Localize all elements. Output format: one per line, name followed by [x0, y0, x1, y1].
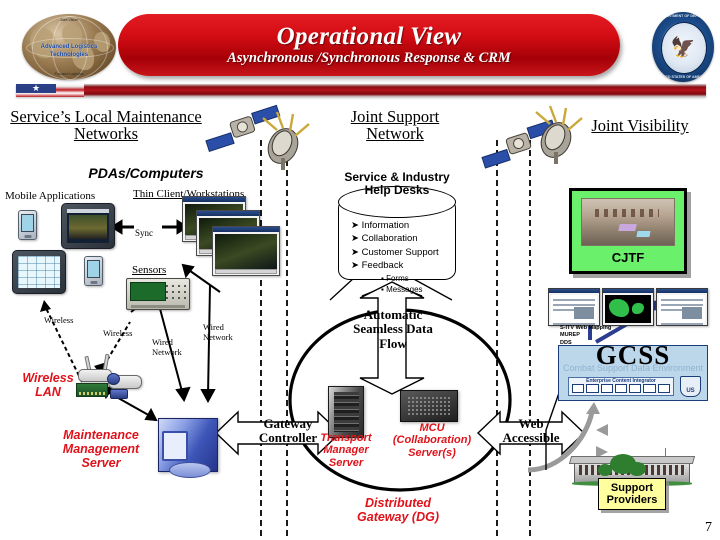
gcss-content-strip: Enterprise Content Integrator: [568, 377, 674, 396]
pda-device-1: [18, 210, 37, 240]
advanced-logistics-globe-logo: Joint Vision Advanced Logistics Technolo…: [22, 14, 116, 80]
satellite-icon-2: [481, 119, 556, 169]
divider-dashed-3: [496, 140, 498, 536]
label-wireless-lan: Wireless LAN: [22, 371, 74, 399]
satellite-icon-1: [205, 104, 281, 152]
title-banner: Operational View Asynchronous /Synchrono…: [118, 14, 620, 76]
label-wired-network-1: Wired Network: [152, 337, 182, 357]
label-web-accessible: Web Accessible: [502, 416, 560, 446]
thumbnail-map: [602, 288, 654, 326]
sensor-device-icon: [126, 278, 190, 310]
label-us-shield: US: [686, 388, 695, 394]
maintenance-management-server-icon: [158, 418, 218, 478]
label-cjtf: CJTF: [611, 250, 645, 265]
slide-canvas: Joint Vision Advanced Logistics Technolo…: [0, 0, 720, 540]
label-wireless-1: Wireless: [44, 315, 74, 325]
label-wired-network-2: Wired Network: [203, 322, 233, 342]
page-title: Operational View: [276, 22, 462, 50]
transport-manager-server-icon: [328, 386, 364, 438]
list-item: ➤ Feedback: [351, 260, 404, 272]
thumbnail-1: [548, 288, 600, 326]
label-mcu-collaboration-servers: MCU (Collaboration) Server(s): [392, 422, 472, 459]
help-desks-cylinder: Service & Industry Help Desks ➤ Informat…: [337, 171, 457, 294]
workstation-window-stack: [182, 196, 280, 280]
mcu-server-icon: [400, 390, 458, 422]
flag-canton: ★: [16, 84, 56, 93]
star-icon: ★: [31, 83, 41, 93]
list-item: ➤ Customer Support: [351, 246, 439, 258]
list-item: ➤ Information: [351, 220, 410, 231]
label-sensors: Sensors: [132, 264, 167, 276]
section-title-joint-support: Joint Support Network: [350, 107, 440, 144]
page-subtitle: Asynchronous /Synchronous Response & CRM: [227, 50, 511, 67]
label-maintenance-management-server: Maintenance Management Server: [62, 428, 140, 470]
eagle-icon: 🦅: [670, 37, 696, 60]
cjtf-panel: CJTF: [569, 188, 687, 274]
list-item: ▪ Messages: [381, 285, 423, 295]
tablet-device-1: [61, 203, 115, 249]
label-wireless-2: Wireless: [103, 328, 133, 338]
pda-device-2: [84, 256, 103, 286]
section-title-joint-visibility: Joint Visibility: [591, 116, 689, 135]
globe-top-label: Joint Vision: [59, 18, 79, 22]
help-desks-list: ➤ Information ➤ Collaboration ➤ Customer…: [351, 219, 439, 296]
section-title-service-local: Service’s Local Maintenance Networks: [10, 107, 202, 144]
dod-seal-icon: DEPARTMENT OF DEFENSE 🦅 UNITED STATES OF…: [652, 12, 714, 82]
cjtf-photo: [581, 198, 675, 246]
support-providers-box: Support Providers: [598, 478, 666, 510]
wireless-arrowhead-1: [40, 300, 51, 312]
list-item: ➤ Collaboration: [351, 233, 418, 245]
label-sync: Sync: [135, 228, 153, 238]
label-help-desks-title: Service & Industry Help Desks: [344, 170, 450, 197]
label-distributed-gateway: Distributed Gateway (DG): [357, 496, 439, 524]
divider-dashed-2: [286, 140, 288, 536]
header-divider-bar: [16, 84, 706, 97]
us-shield-icon: US: [680, 376, 701, 397]
thumbnail-3: [656, 288, 708, 326]
label-automatic-seamless-data-flow: Automatic Seamless Data Flow: [353, 307, 433, 351]
globe-bottom-label: Focused Logistics: [54, 72, 84, 76]
seal-bottom-text: UNITED STATES OF AMERICA: [657, 75, 709, 79]
satellite-dish-icon-2: [535, 105, 583, 164]
gcss-panel: Combat Support Data Environment GCSS Ent…: [558, 340, 708, 401]
workstation-window-3: [212, 226, 280, 276]
divider-dashed-4: [529, 140, 531, 536]
label-mobile-applications: Mobile Applications: [5, 190, 96, 202]
seal-top-text: DEPARTMENT OF DEFENSE: [658, 14, 708, 18]
curved-arrow-head: [586, 402, 600, 414]
globe-center-label: Advanced Logistics Technologies: [40, 44, 98, 58]
label-transport-manager-server: Transport Manager Server: [320, 432, 372, 469]
label-support-providers: Support Providers: [606, 481, 658, 506]
tablet-device-grid: [12, 250, 66, 294]
list-item: ▪ Forms: [381, 273, 409, 283]
label-gcss-title: GCSS: [595, 340, 671, 370]
label-pdas-computers: PDAs/Computers: [88, 165, 204, 181]
page-number: 7: [705, 520, 712, 535]
